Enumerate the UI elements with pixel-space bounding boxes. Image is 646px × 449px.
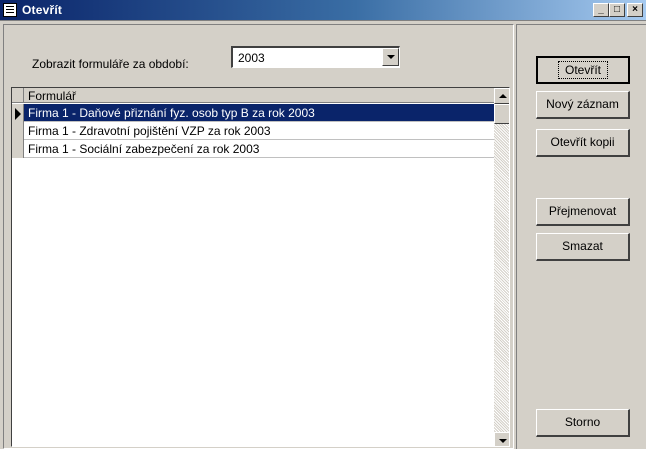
form-name-cell: Firma 1 - Daňové přiznání fyz. osob typ …	[28, 106, 315, 120]
form-name-cell: Firma 1 - Zdravotní pojištění VZP za rok…	[28, 124, 271, 138]
open-copy-button[interactable]: Otevřít kopii	[536, 129, 630, 157]
period-dropdown-button[interactable]	[382, 48, 399, 66]
row-selector[interactable]	[12, 122, 24, 140]
current-row-pointer-icon	[15, 108, 21, 120]
table-row[interactable]: Firma 1 - Daňové přiznání fyz. osob typ …	[12, 104, 494, 122]
window-title: Otevřít	[22, 3, 63, 17]
column-header-form[interactable]: Formulář	[28, 89, 76, 103]
open-button-label: Otevřít	[557, 61, 608, 79]
close-button[interactable]: ×	[627, 3, 643, 17]
scroll-thumb[interactable]	[494, 104, 509, 124]
vertical-scrollbar[interactable]	[494, 88, 509, 446]
cancel-button[interactable]: Storno	[536, 409, 630, 437]
open-button[interactable]: Otevřít	[536, 56, 630, 84]
period-value: 2003	[238, 51, 265, 65]
table-row[interactable]: Firma 1 - Zdravotní pojištění VZP za rok…	[12, 122, 494, 140]
scroll-up-button[interactable]	[494, 88, 509, 104]
row-selector[interactable]	[12, 140, 24, 158]
arrow-down-icon	[499, 439, 507, 443]
table-row[interactable]: Firma 1 - Sociální zabezpečení za rok 20…	[12, 140, 494, 158]
scroll-down-button[interactable]	[494, 432, 509, 446]
arrow-up-icon	[499, 94, 507, 98]
form-name-cell: Firma 1 - Sociální zabezpečení za rok 20…	[28, 142, 260, 156]
forms-grid[interactable]: Formulář Firma 1 - Daňové přiznání fyz. …	[11, 87, 510, 447]
rename-button[interactable]: Přejmenovat	[536, 198, 630, 226]
minimize-button[interactable]: _	[593, 3, 609, 17]
row-selector[interactable]	[12, 104, 24, 122]
chevron-down-icon	[387, 55, 395, 59]
delete-button[interactable]: Smazat	[536, 233, 630, 261]
period-select[interactable]: 2003	[231, 46, 400, 68]
grid-header: Formulář	[12, 88, 494, 103]
period-label: Zobrazit formuláře za období:	[32, 57, 189, 71]
header-selector-cell	[12, 88, 24, 103]
title-bar[interactable]: Otevřít _ □ ×	[0, 0, 646, 21]
form-window-icon	[3, 3, 17, 17]
maximize-button[interactable]: □	[609, 3, 625, 17]
new-record-button[interactable]: Nový záznam	[536, 91, 630, 119]
